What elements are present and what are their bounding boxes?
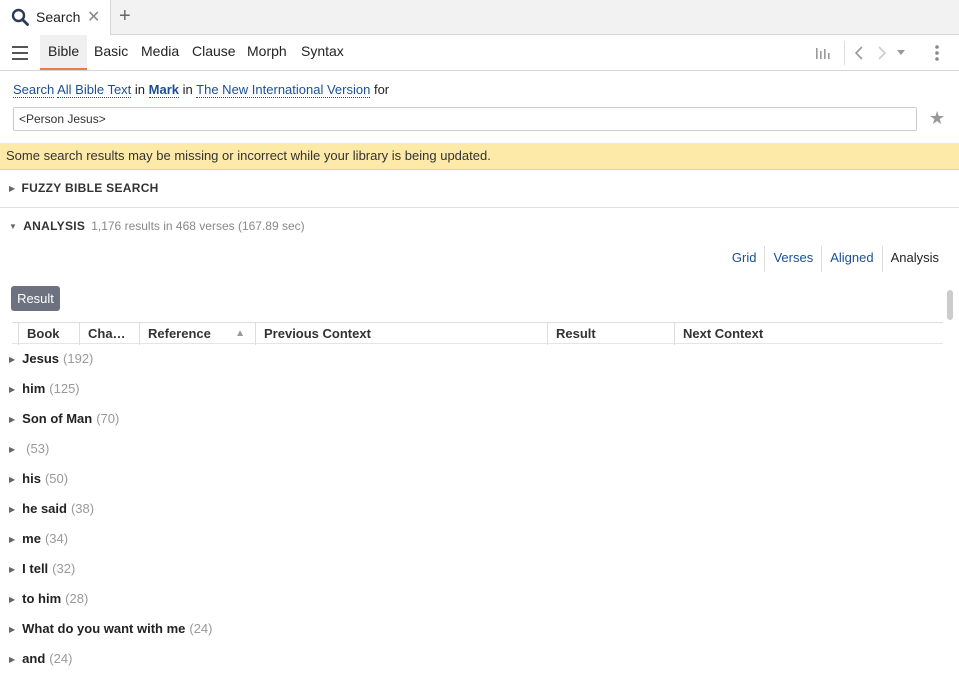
section-title: ANALYSIS xyxy=(23,219,86,233)
scrollbar[interactable] xyxy=(947,282,953,682)
expand-triangle-icon: ▶ xyxy=(9,475,16,484)
chevron-down-icon[interactable] xyxy=(896,50,906,56)
toolbar-divider xyxy=(844,41,845,65)
row-count: (24) xyxy=(189,621,213,636)
search-input[interactable]: <Person Jesus> xyxy=(13,107,917,131)
row-count: (28) xyxy=(65,591,89,606)
column-next-context[interactable]: Next Context xyxy=(674,323,943,345)
list-item[interactable]: ▶ he said (38) xyxy=(9,501,94,531)
table-header: Book Cha… Reference ▲ Previous Context R… xyxy=(12,322,943,345)
list-item[interactable]: ▶ Son of Man (70) xyxy=(9,411,119,441)
column-previous-context[interactable]: Previous Context xyxy=(255,323,547,345)
results-summary: 1,176 results in 468 verses (167.89 sec) xyxy=(91,219,305,233)
toolbar: Bible Basic Media Clause Morph Syntax xyxy=(0,35,959,71)
column-reference-label: Reference xyxy=(148,326,211,341)
expand-triangle-icon: ▶ xyxy=(9,595,16,604)
resource-link[interactable]: The New International Version xyxy=(196,82,371,98)
analysis-section[interactable]: ▼ ANALYSIS 1,176 results in 468 verses (16… xyxy=(0,210,959,240)
view-verses[interactable]: Verses xyxy=(764,246,821,272)
scrollbar-thumb[interactable] xyxy=(947,290,953,320)
list-item[interactable]: ▶ his (50) xyxy=(9,471,68,501)
list-item[interactable]: ▶ me (34) xyxy=(9,531,68,561)
row-label: What do you want with me xyxy=(22,621,186,636)
tab-bible[interactable]: Bible xyxy=(40,35,88,70)
row-count: (24) xyxy=(49,651,73,666)
in-text: in xyxy=(134,82,146,97)
new-tab-button[interactable]: + xyxy=(119,5,131,28)
expand-triangle-icon: ▶ xyxy=(9,385,16,394)
back-icon[interactable] xyxy=(853,45,865,61)
search-type-link[interactable]: Search xyxy=(13,82,55,98)
column-result[interactable]: Result xyxy=(547,323,674,345)
collapse-triangle-icon: ▼ xyxy=(9,222,18,231)
row-count: (50) xyxy=(44,471,69,486)
list-item[interactable]: ▶ Jesus (192) xyxy=(9,351,93,381)
row-count: (34) xyxy=(44,531,69,546)
list-item[interactable]: ▶ to him (28) xyxy=(9,591,88,621)
expand-triangle-icon: ▶ xyxy=(9,625,16,634)
row-label: him xyxy=(22,381,46,396)
menu-icon[interactable] xyxy=(12,46,28,60)
expand-triangle-icon: ▶ xyxy=(9,415,16,424)
star-icon[interactable]: ★ xyxy=(929,108,945,129)
list-item[interactable]: ▶ What do you want with me (24) xyxy=(9,621,213,651)
column-reference[interactable]: Reference ▲ xyxy=(139,323,255,345)
sort-ascending-icon: ▲ xyxy=(235,328,245,339)
fuzzy-bible-search-section[interactable]: ▶ FUZZY BIBLE SEARCH xyxy=(0,171,959,208)
row-count: (125) xyxy=(49,381,80,396)
expand-triangle-icon: ▶ xyxy=(9,445,16,454)
row-label: I tell xyxy=(22,561,49,576)
tab-syntax[interactable]: Syntax xyxy=(293,35,352,70)
section-title: FUZZY BIBLE SEARCH xyxy=(21,181,159,195)
tab-basic[interactable]: Basic xyxy=(86,35,136,70)
range-link[interactable]: Mark xyxy=(148,82,180,98)
search-definition: Search All Bible Text in Mark in The New… xyxy=(13,82,390,98)
expand-triangle-icon: ▶ xyxy=(9,184,16,193)
expand-triangle-icon: ▶ xyxy=(9,535,16,544)
view-switcher: Grid Verses Aligned Analysis xyxy=(724,246,947,272)
expand-triangle-icon: ▶ xyxy=(9,505,16,514)
list-item[interactable]: ▶ him (125) xyxy=(9,381,80,411)
tab-search[interactable]: Search ✕ xyxy=(0,0,111,35)
row-label: Son of Man xyxy=(22,411,93,426)
chart-icon[interactable] xyxy=(815,45,831,61)
search-icon xyxy=(11,8,29,26)
in-text-2: in xyxy=(182,82,193,97)
close-icon[interactable]: ✕ xyxy=(87,7,100,27)
tab-morph[interactable]: Morph xyxy=(239,35,295,70)
row-label: me xyxy=(22,531,41,546)
tab-media[interactable]: Media xyxy=(133,35,187,70)
row-label: his xyxy=(22,471,41,486)
row-count: (38) xyxy=(70,501,95,516)
list-item[interactable]: ▶ and (24) xyxy=(9,651,72,681)
more-options-icon[interactable] xyxy=(934,44,940,62)
row-label: he said xyxy=(22,501,67,516)
list-item[interactable]: ▶ (53) xyxy=(9,441,49,471)
tab-strip: Search ✕ + xyxy=(0,0,959,35)
for-text: for xyxy=(373,82,390,97)
row-count: (53) xyxy=(26,441,50,456)
row-label: Jesus xyxy=(22,351,60,366)
row-count: (32) xyxy=(52,561,76,576)
search-scope-link[interactable]: All Bible Text xyxy=(57,82,132,98)
tab-clause[interactable]: Clause xyxy=(184,35,244,70)
row-count: (192) xyxy=(63,351,94,366)
expand-triangle-icon: ▶ xyxy=(9,655,16,664)
column-book[interactable]: Book xyxy=(18,323,79,345)
view-aligned[interactable]: Aligned xyxy=(821,246,881,272)
expand-triangle-icon: ▶ xyxy=(9,565,16,574)
expand-triangle-icon: ▶ xyxy=(9,355,16,364)
view-analysis[interactable]: Analysis xyxy=(881,246,947,272)
forward-icon[interactable] xyxy=(876,45,888,61)
row-count: (70) xyxy=(96,411,120,426)
list-item[interactable]: ▶ I tell (32) xyxy=(9,561,75,591)
view-grid[interactable]: Grid xyxy=(724,246,765,272)
column-chapter[interactable]: Cha… xyxy=(79,323,139,345)
row-label: and xyxy=(22,651,46,666)
library-update-warning: Some search results may be missing or in… xyxy=(0,143,959,170)
result-group-button[interactable]: Result xyxy=(11,286,60,311)
row-label: to him xyxy=(22,591,62,606)
tab-title: Search xyxy=(36,9,81,25)
